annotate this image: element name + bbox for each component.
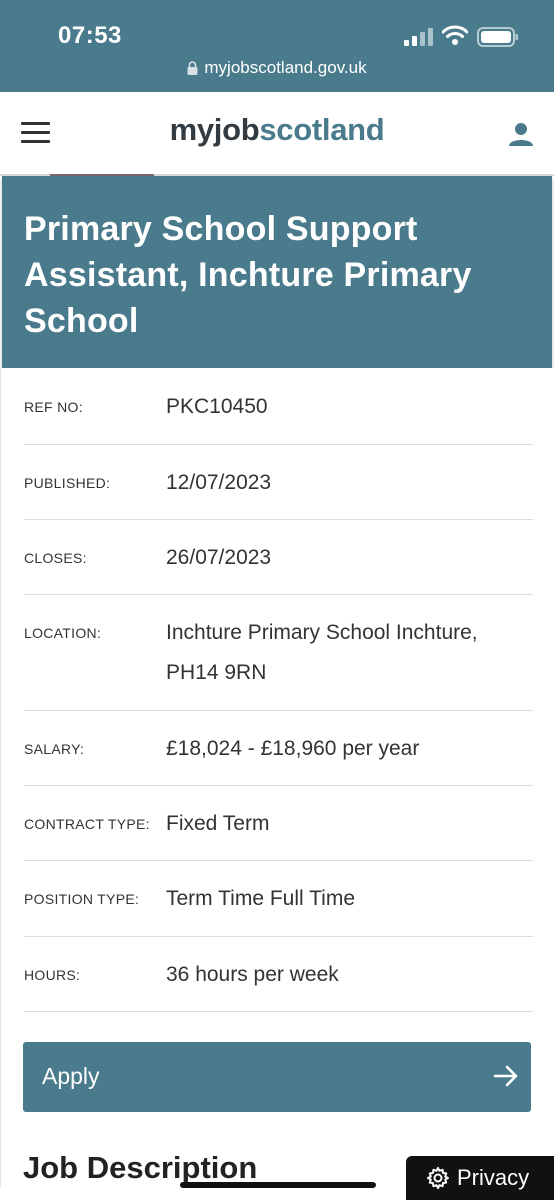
- detail-label: HOURS:: [24, 967, 81, 983]
- job-title-banner: Primary School Support Assistant, Inchtu…: [2, 176, 552, 368]
- detail-row-ref: REF NO: PKC10450: [24, 368, 533, 445]
- home-indicator[interactable]: [180, 1182, 376, 1188]
- detail-label: CONTRACT TYPE:: [24, 816, 150, 832]
- apply-button[interactable]: Apply: [23, 1042, 531, 1112]
- detail-row-salary: SALARY: £18,024 - £18,960 per year: [24, 711, 533, 786]
- privacy-label: Privacy: [457, 1165, 530, 1190]
- detail-label: POSITION TYPE:: [24, 891, 140, 907]
- wifi-icon: [442, 25, 468, 45]
- status-bar: 07:53 myjobscotland.gov.uk: [0, 0, 554, 92]
- detail-value: 26/07/2023: [166, 546, 272, 569]
- site-header: myjobscotland: [0, 92, 554, 176]
- apply-label: Apply: [42, 1063, 100, 1089]
- detail-row-location: LOCATION: Inchture Primary School Inchtu…: [24, 595, 533, 711]
- detail-value: Fixed Term: [166, 812, 270, 835]
- arrow-right-icon: [493, 1065, 518, 1087]
- url-text: myjobscotland.gov.uk: [204, 58, 367, 77]
- detail-value: 36 hours per week: [166, 963, 339, 986]
- detail-row-contract-type: CONTRACT TYPE: Fixed Term: [24, 786, 533, 861]
- detail-value: Inchture Primary School Inchture,: [166, 621, 478, 644]
- job-details-list: REF NO: PKC10450 PUBLISHED: 12/07/2023 C…: [24, 368, 533, 1012]
- detail-value: £18,024 - £18,960 per year: [166, 737, 420, 760]
- detail-label: CLOSES:: [24, 550, 87, 566]
- detail-label: LOCATION:: [24, 625, 102, 641]
- status-time: 07:53: [58, 22, 122, 49]
- detail-value: PH14 9RN: [166, 661, 267, 684]
- job-title: Primary School Support Assistant, Inchtu…: [24, 210, 472, 340]
- detail-value: PKC10450: [166, 395, 268, 418]
- user-icon[interactable]: [508, 122, 534, 146]
- job-description-heading: Job Description: [23, 1150, 258, 1185]
- privacy-button[interactable]: Privacy: [406, 1156, 554, 1200]
- detail-value: Term Time Full Time: [166, 887, 356, 910]
- detail-value: 12/07/2023: [166, 471, 272, 494]
- gear-icon: [427, 1167, 449, 1189]
- detail-row-position-type: POSITION TYPE: Term Time Full Time: [24, 861, 533, 937]
- detail-row-hours: HOURS: 36 hours per week: [24, 937, 533, 1012]
- address-bar[interactable]: myjobscotland.gov.uk: [0, 58, 554, 78]
- detail-label: REF NO:: [24, 399, 83, 415]
- signal-icon: [404, 28, 433, 46]
- lock-icon: [187, 61, 198, 75]
- detail-label: SALARY:: [24, 741, 85, 757]
- site-logo[interactable]: myjobscotland: [0, 112, 554, 148]
- detail-row-closes: CLOSES: 26/07/2023: [24, 520, 533, 595]
- battery-icon: [477, 27, 518, 47]
- detail-label: PUBLISHED:: [24, 475, 111, 491]
- detail-row-published: PUBLISHED: 12/07/2023: [24, 445, 533, 520]
